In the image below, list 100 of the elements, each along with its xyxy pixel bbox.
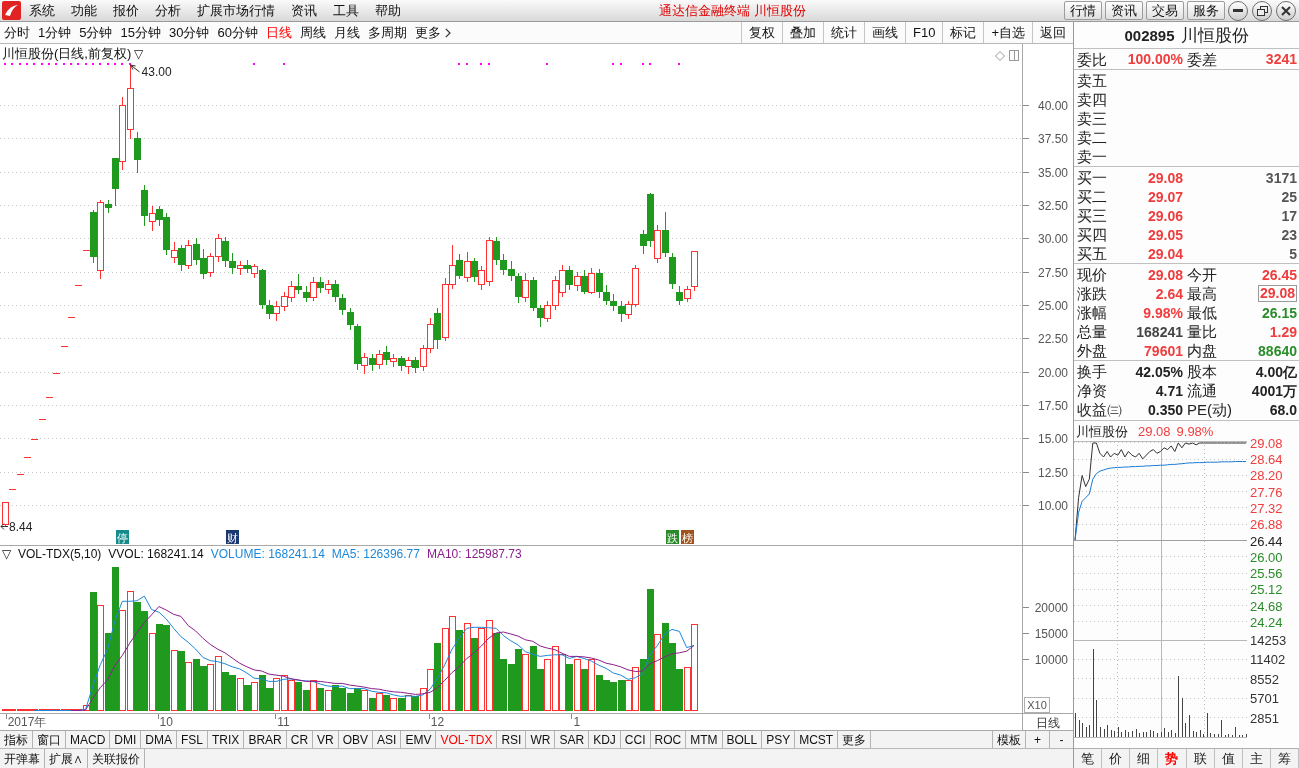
indicator-value: VOLUME: 168241.14 <box>210 547 325 560</box>
axis-label: 32.50 <box>1037 199 1068 213</box>
axis-label: 40.00 <box>1037 99 1068 113</box>
axis-label: 15000 <box>1034 627 1068 641</box>
quote-label: 流通 <box>1186 383 1218 398</box>
quote-label: 委比 <box>1077 51 1108 67</box>
change-value: 9.98% <box>1176 424 1214 438</box>
quote-label: 量比 <box>1186 324 1218 339</box>
bid-volume: 23 <box>1281 227 1297 242</box>
bid-volume: 17 <box>1281 208 1297 223</box>
indicator-value: VOL-TDX(5,10) <box>18 547 102 560</box>
axis-label: 25.56 <box>1250 566 1283 581</box>
axis-label: 11 <box>277 715 290 729</box>
stock-code: 002895 <box>1124 27 1175 43</box>
bid-price: 29.04 <box>1147 246 1183 261</box>
quote-label: 卖一 <box>1077 149 1108 164</box>
bid-price: 29.07 <box>1147 189 1183 204</box>
axis-label: 22.50 <box>1037 332 1068 346</box>
quote-label: 买三 <box>1077 208 1108 223</box>
axis-label: 28.64 <box>1250 452 1283 468</box>
axis-label: 12 <box>430 715 445 729</box>
axis-label: 20000 <box>1034 601 1068 615</box>
quote-value: 26.15 <box>1261 305 1297 320</box>
quote-label: 买四 <box>1077 227 1108 242</box>
quote-value: 168241 <box>1136 324 1183 339</box>
indicator-value: MA10: 125987.73 <box>426 547 522 560</box>
axis-label: 8552 <box>1250 671 1279 687</box>
bid-volume: 3171 <box>1265 170 1297 185</box>
quote-label: 最高 <box>1186 286 1218 301</box>
quote-label: 内盘 <box>1186 343 1218 358</box>
quote-value: 68.0 <box>1269 402 1297 417</box>
price-value: 29.08 <box>1138 424 1171 438</box>
quote-value: 29.08 <box>1257 285 1297 302</box>
period-label: 日线 <box>1036 716 1060 730</box>
stock-name: 川恒股份 <box>1180 26 1249 44</box>
axis-label: 35.00 <box>1037 166 1068 180</box>
quote-label: 涨幅 <box>1077 305 1108 320</box>
quote-value: 100.00% <box>1127 52 1183 66</box>
quote-value: 2.64 <box>1155 286 1183 301</box>
quote-value: 88640 <box>1258 343 1297 358</box>
unit-label: X10 <box>1024 697 1050 713</box>
quote-label: 最低 <box>1186 305 1218 320</box>
quote-label: 今开 <box>1186 267 1218 282</box>
quote-label: 收益㈢ <box>1077 402 1123 417</box>
quote-label: 卖五 <box>1077 73 1108 88</box>
quote-value: 3241 <box>1265 52 1297 66</box>
axis-label: 1 <box>573 715 581 729</box>
quote-value: 1.29 <box>1269 324 1297 339</box>
quote-label: 现价 <box>1077 267 1108 282</box>
axis-label: 37.50 <box>1037 132 1068 146</box>
axis-label: 20.00 <box>1037 366 1068 380</box>
quote-value: 4.00亿 <box>1255 364 1297 379</box>
axis-label: 25.12 <box>1250 582 1283 598</box>
quote-label: 卖二 <box>1077 130 1108 145</box>
axis-label: 24.68 <box>1250 598 1283 614</box>
axis-label: 27.50 <box>1037 266 1068 280</box>
quote-label: 净资 <box>1077 383 1108 398</box>
axis-label: 26.00 <box>1250 549 1283 565</box>
quote-value: 79601 <box>1144 343 1183 358</box>
quote-label: 委差 <box>1186 51 1218 67</box>
bid-price: 29.05 <box>1147 227 1183 242</box>
quote-label: 卖三 <box>1077 111 1108 126</box>
quote-label: 外盘 <box>1077 343 1108 358</box>
quote-value: 0.350 <box>1147 402 1183 417</box>
axis-label: 17.50 <box>1037 399 1068 413</box>
window-title: 通达信金融终端 川恒股份 <box>659 4 806 17</box>
axis-label: 26.44 <box>1250 533 1283 549</box>
axis-label: 30.00 <box>1037 232 1068 246</box>
axis-label: 29.08 <box>1250 436 1283 451</box>
quote-label: 卖四 <box>1077 92 1108 107</box>
chart-title: 川恒股份(日线,前复权) <box>2 47 132 60</box>
axis-label: 25.00 <box>1037 299 1068 313</box>
axis-label: 11402 <box>1250 652 1286 668</box>
quote-value: 9.98% <box>1143 305 1183 320</box>
axis-label: 5701 <box>1250 691 1279 707</box>
axis-label: 24.24 <box>1250 614 1283 630</box>
quote-value: 4001万 <box>1251 383 1297 398</box>
axis-label: 12.50 <box>1037 466 1068 480</box>
indicator-value: MA5: 126396.77 <box>331 547 420 560</box>
bid-volume: 5 <box>1289 246 1297 261</box>
bid-volume: 25 <box>1281 189 1297 204</box>
axis-label: 26.88 <box>1250 517 1283 533</box>
axis-label: 14253 <box>1250 633 1287 648</box>
quote-value: 29.08 <box>1147 267 1183 282</box>
quote-label: 买五 <box>1077 246 1108 261</box>
axis-label: 10.00 <box>1037 499 1068 513</box>
axis-label: 10 <box>159 715 173 729</box>
axis-label: 2017年 <box>7 715 47 729</box>
quote-label: 买一 <box>1077 170 1108 185</box>
mini-chart-title: 川恒股份 <box>1076 424 1128 438</box>
quote-label: 总量 <box>1077 324 1108 339</box>
axis-label: 2851 <box>1250 710 1279 726</box>
axis-label: 27.32 <box>1250 501 1283 516</box>
quote-value: 4.71 <box>1155 383 1183 398</box>
quote-label: 买二 <box>1077 189 1108 204</box>
bid-price: 29.08 <box>1147 170 1183 185</box>
indicator-value: VVOL: 168241.14 <box>108 547 204 560</box>
quote-value: 26.45 <box>1261 267 1297 282</box>
quote-label: 股本 <box>1186 364 1218 379</box>
quote-label: 涨跌 <box>1077 286 1108 301</box>
